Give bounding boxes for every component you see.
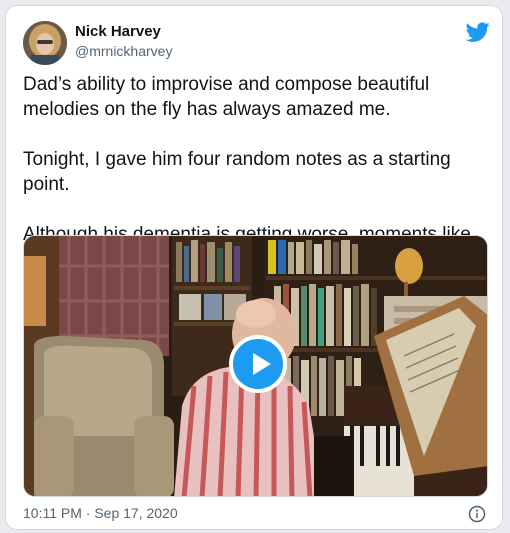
info-icon[interactable] (468, 505, 486, 523)
author-handle[interactable]: @mrnickharvey (75, 43, 172, 59)
author-name[interactable]: Nick Harvey (75, 23, 161, 40)
tweet-card: Nick Harvey @mrnickharvey Dad’s ability … (5, 5, 503, 530)
play-icon[interactable] (229, 335, 287, 393)
twitter-bird-icon[interactable] (466, 20, 490, 44)
avatar-image (23, 21, 67, 65)
tweet-timestamp[interactable]: 10:11 PM · Sep 17, 2020 (23, 505, 178, 521)
avatar[interactable] (23, 21, 67, 65)
tweet-paragraph: Tonight, I gave him four random notes as… (23, 149, 451, 195)
tweet-paragraph: Dad’s ability to improvise and compose b… (23, 74, 430, 120)
video-player[interactable] (23, 235, 488, 497)
